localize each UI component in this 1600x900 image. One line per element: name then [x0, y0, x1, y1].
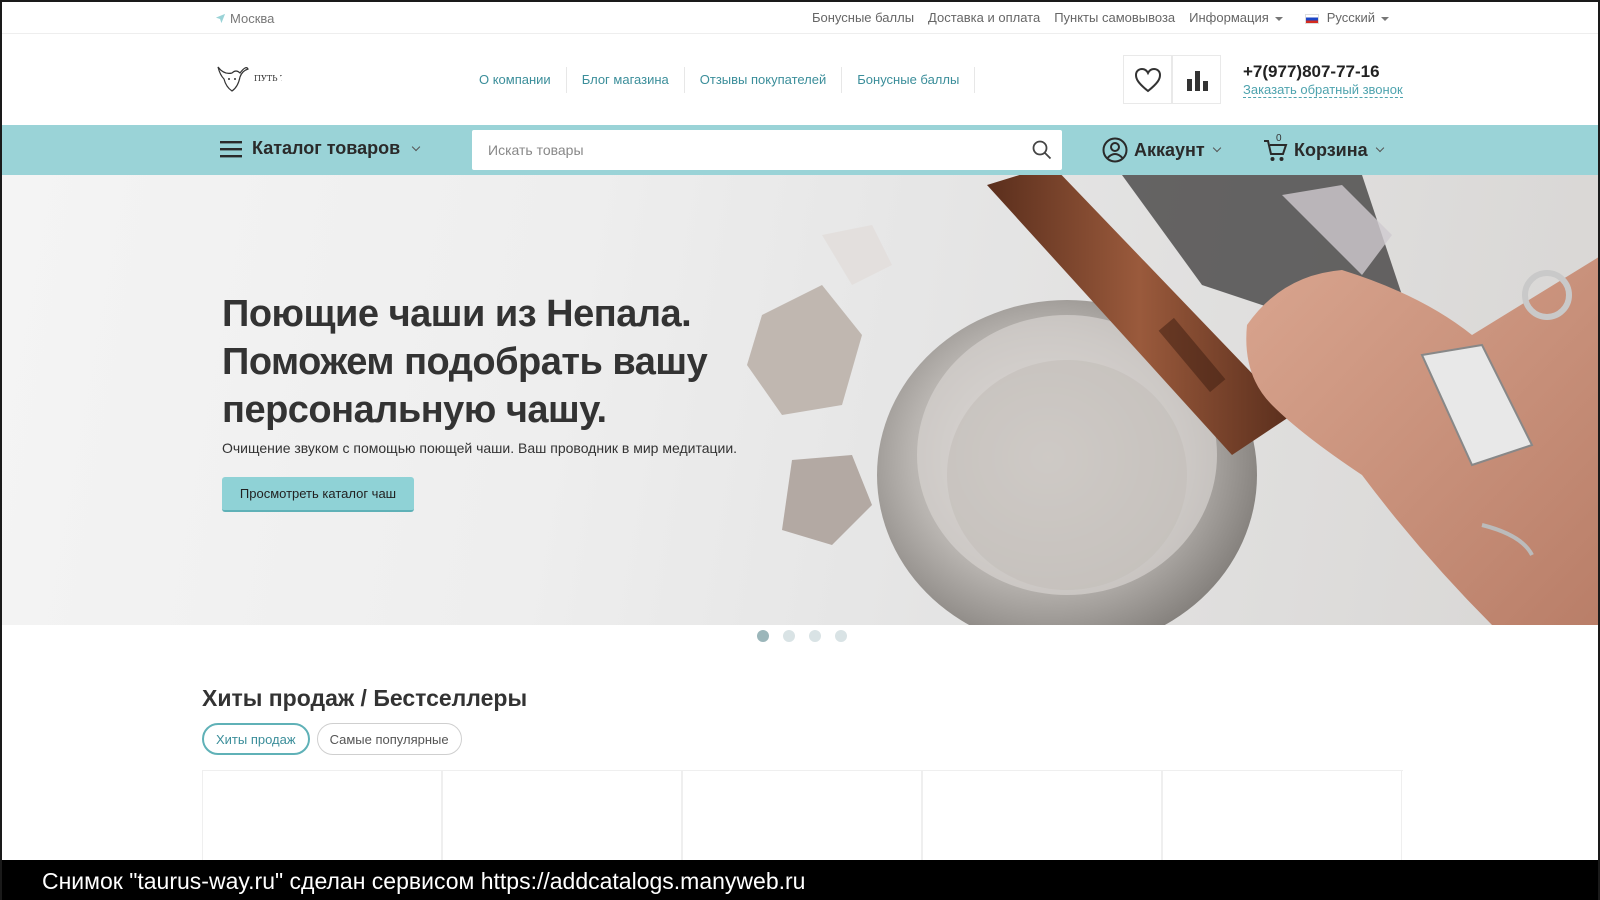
tab-hits[interactable]: Хиты продаж — [202, 723, 310, 755]
catalog-menu-button[interactable]: Каталог товаров — [220, 138, 421, 159]
product-card[interactable] — [922, 771, 1162, 861]
bestsellers-tabs: Хиты продаж Самые популярные — [202, 723, 462, 755]
chevron-down-icon — [1212, 143, 1221, 153]
catalog-label: Каталог товаров — [252, 138, 401, 158]
hero-subtitle: Очищение звуком с помощью поющей чаши. В… — [222, 440, 738, 456]
account-label: Аккаунт — [1134, 139, 1205, 160]
wishlist-button[interactable] — [1123, 55, 1172, 104]
main-nav: О компании Блог магазина Отзывы покупате… — [464, 67, 976, 93]
toplink-pickup[interactable]: Пункты самовывоза — [1054, 10, 1175, 25]
slider-dot-4[interactable] — [835, 630, 847, 642]
search-box — [472, 130, 1062, 170]
product-card[interactable] — [442, 771, 682, 861]
cart-count-badge: 0 — [1276, 133, 1282, 144]
hero-slider: Поющие чаши из Непала. Поможем подобрать… — [2, 175, 1598, 625]
chevron-down-icon — [1381, 16, 1389, 21]
chevron-down-icon — [1375, 143, 1384, 153]
top-bar: Москва Бонусные баллы Доставка и оплата … — [2, 2, 1598, 34]
tab-popular[interactable]: Самые популярные — [316, 723, 462, 755]
toplink-info-dropdown[interactable]: Информация — [1189, 10, 1283, 25]
location-arrow-icon — [215, 13, 226, 24]
callback-link[interactable]: Заказать обратный звонок — [1243, 82, 1403, 98]
city-selector[interactable]: Москва — [215, 11, 274, 26]
language-label: Русский — [1326, 10, 1375, 25]
cart-button[interactable]: 0 Корзина — [1262, 133, 1384, 163]
slider-dot-1[interactable] — [757, 630, 769, 642]
phone-number[interactable]: +7(977)807-77-16 — [1243, 62, 1380, 82]
slider-dots — [757, 630, 847, 642]
account-button[interactable]: Аккаунт — [1102, 137, 1221, 163]
hamburger-icon — [220, 140, 242, 157]
nav-reviews[interactable]: Отзывы покупателей — [685, 67, 843, 93]
search-input[interactable] — [472, 130, 1002, 170]
chevron-down-icon — [1274, 16, 1283, 21]
language-selector[interactable]: Русский — [1304, 10, 1389, 25]
product-card[interactable] — [682, 771, 922, 861]
search-icon[interactable] — [1032, 140, 1052, 160]
top-links: Бонусные баллы Доставка и оплата Пункты … — [812, 10, 1389, 25]
toplink-delivery[interactable]: Доставка и оплата — [928, 10, 1040, 25]
nav-about[interactable]: О компании — [464, 67, 567, 93]
logo[interactable]: ПУТЬ ТЕЛЬЦА — [214, 61, 282, 101]
chevron-down-icon — [411, 142, 421, 151]
slider-dot-2[interactable] — [783, 630, 795, 642]
nav-blog[interactable]: Блог магазина — [567, 67, 685, 93]
bar-chart-icon — [1186, 70, 1208, 91]
cart-icon — [1264, 140, 1288, 161]
heart-icon — [1134, 67, 1161, 92]
logo-text: ПУТЬ ТЕЛЬЦА — [254, 74, 282, 83]
cart-label: Корзина — [1294, 139, 1368, 160]
russia-flag-icon — [1304, 13, 1319, 24]
user-icon — [1102, 137, 1128, 163]
compare-button[interactable] — [1172, 55, 1221, 104]
hero-title: Поющие чаши из Непала. Поможем подобрать… — [222, 293, 708, 431]
product-card[interactable] — [202, 771, 442, 861]
bestsellers-title: Хиты продаж / Бестселлеры — [202, 685, 528, 711]
product-cards — [202, 770, 1403, 861]
page: Москва Бонусные баллы Доставка и оплата … — [0, 0, 1600, 900]
slider-dot-3[interactable] — [809, 630, 821, 642]
screenshot-watermark: Снимок "taurus-way.ru" сделан сервисом h… — [2, 860, 1598, 900]
toplink-info-label: Информация — [1189, 10, 1269, 25]
city-name: Москва — [230, 11, 275, 26]
toplink-bonus[interactable]: Бонусные баллы — [812, 10, 914, 25]
header: ПУТЬ ТЕЛЬЦА О компании Блог магазина Отз… — [2, 34, 1598, 125]
product-card[interactable] — [1162, 771, 1402, 861]
nav-bonus[interactable]: Бонусные баллы — [842, 67, 976, 93]
catalog-bar: Каталог товаров Аккаунт 0 Корзина — [2, 125, 1598, 175]
view-catalog-button[interactable]: Просмотреть каталог чаш — [222, 477, 414, 512]
